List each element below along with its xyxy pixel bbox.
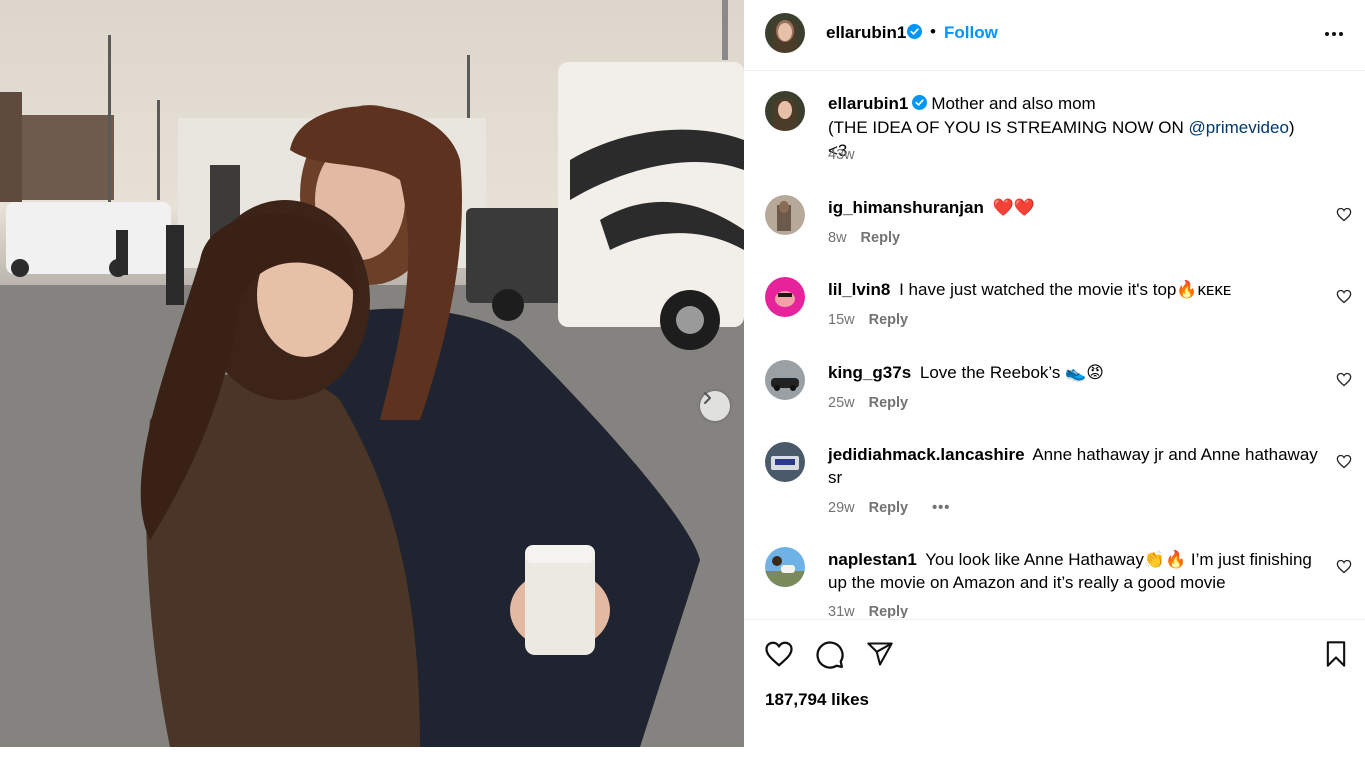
verified-badge-icon bbox=[912, 93, 928, 116]
comment-icon[interactable] bbox=[815, 640, 845, 675]
comment-meta: 8w Reply bbox=[828, 230, 900, 246]
post-actions: 187,794 likes bbox=[744, 619, 1365, 759]
post-side-panel: ellarubin1 • Follow ellarubin1 Mother and… bbox=[744, 0, 1365, 759]
post-photo[interactable] bbox=[0, 0, 744, 747]
comment-text: jedidiahmack.lancashire Anne hathaway jr… bbox=[828, 443, 1318, 489]
comment-meta: 15w Reply bbox=[828, 312, 908, 328]
comment-text: naplestan1 You look like Anne Hathaway👏🔥… bbox=[828, 548, 1318, 594]
reply-button[interactable]: Reply bbox=[869, 604, 909, 618]
comment-time: 15w bbox=[828, 312, 855, 328]
caption-meta: 43w bbox=[828, 147, 855, 163]
caption-line2-prefix: (THE IDEA OF YOU IS STREAMING NOW ON bbox=[828, 118, 1189, 138]
photo-illustration bbox=[0, 0, 744, 747]
comment-text: lil_lvin8 I have just watched the movie … bbox=[828, 278, 1318, 301]
comment-meta: 25w Reply bbox=[828, 395, 908, 411]
comment-username[interactable]: jedidiahmack.lancashire bbox=[828, 445, 1025, 464]
comment-body: ❤️❤️ bbox=[992, 198, 1035, 217]
caption-mention-link[interactable]: @primevideo bbox=[1189, 118, 1289, 137]
caption-line1: Mother and also mom bbox=[931, 94, 1096, 113]
author-username[interactable]: ellarubin1 bbox=[826, 23, 906, 43]
like-icon[interactable] bbox=[764, 640, 794, 673]
comment-like-icon[interactable] bbox=[1336, 559, 1352, 579]
verified-badge-icon bbox=[907, 24, 922, 44]
author-avatar[interactable] bbox=[765, 13, 805, 53]
commenter-avatar[interactable] bbox=[765, 277, 805, 317]
comment-username[interactable]: lil_lvin8 bbox=[828, 280, 890, 299]
bookmark-icon[interactable] bbox=[1323, 640, 1349, 673]
comment-body: I have just watched the movie it's top🔥ᴋ… bbox=[899, 280, 1232, 299]
caption-avatar[interactable] bbox=[765, 91, 805, 131]
commenter-avatar[interactable] bbox=[765, 442, 805, 482]
comment-text: king_g37s Love the Reebok’s 👟😡 bbox=[828, 361, 1318, 384]
post-header: ellarubin1 • Follow bbox=[744, 0, 1365, 71]
reply-button[interactable]: Reply bbox=[869, 312, 909, 328]
next-photo-button[interactable] bbox=[700, 391, 730, 421]
comment-like-icon[interactable] bbox=[1336, 207, 1352, 227]
comment-time: 31w bbox=[828, 604, 855, 618]
more-options-icon[interactable] bbox=[1322, 24, 1346, 49]
comment-meta: 31w Reply bbox=[828, 604, 908, 618]
reply-button[interactable]: Reply bbox=[861, 230, 901, 246]
comment-time: 25w bbox=[828, 395, 855, 411]
comment-time: 29w bbox=[828, 500, 855, 516]
comment-text: ig_himanshuranjan ❤️❤️ bbox=[828, 196, 1318, 219]
comments-list[interactable]: ellarubin1 Mother and also mom (THE IDEA … bbox=[744, 72, 1365, 618]
separator-dot: • bbox=[930, 22, 936, 41]
comment-username[interactable]: naplestan1 bbox=[828, 550, 917, 569]
chevron-right-icon bbox=[704, 392, 711, 404]
caption-time: 43w bbox=[828, 147, 855, 163]
commenter-avatar[interactable] bbox=[765, 195, 805, 235]
follow-button[interactable]: Follow bbox=[944, 23, 998, 43]
comment-time: 8w bbox=[828, 230, 847, 246]
comment-username[interactable]: ig_himanshuranjan bbox=[828, 198, 984, 217]
comment-meta: 29w Reply ••• bbox=[828, 500, 950, 516]
comment-like-icon[interactable] bbox=[1336, 372, 1352, 392]
commenter-avatar[interactable] bbox=[765, 547, 805, 587]
reply-button[interactable]: Reply bbox=[869, 500, 909, 516]
comment-options-button[interactable]: ••• bbox=[932, 500, 950, 516]
reply-button[interactable]: Reply bbox=[869, 395, 909, 411]
comment-body: Love the Reebok’s 👟😡 bbox=[919, 363, 1105, 382]
caption-text: ellarubin1 Mother and also mom (THE IDEA … bbox=[828, 92, 1318, 162]
likes-count[interactable]: 187,794 likes bbox=[765, 690, 869, 710]
commenter-avatar[interactable] bbox=[765, 360, 805, 400]
send-icon[interactable] bbox=[865, 640, 895, 673]
comment-like-icon[interactable] bbox=[1336, 454, 1352, 474]
comment-like-icon[interactable] bbox=[1336, 289, 1352, 309]
caption-username[interactable]: ellarubin1 bbox=[828, 94, 908, 113]
comment-username[interactable]: king_g37s bbox=[828, 363, 911, 382]
